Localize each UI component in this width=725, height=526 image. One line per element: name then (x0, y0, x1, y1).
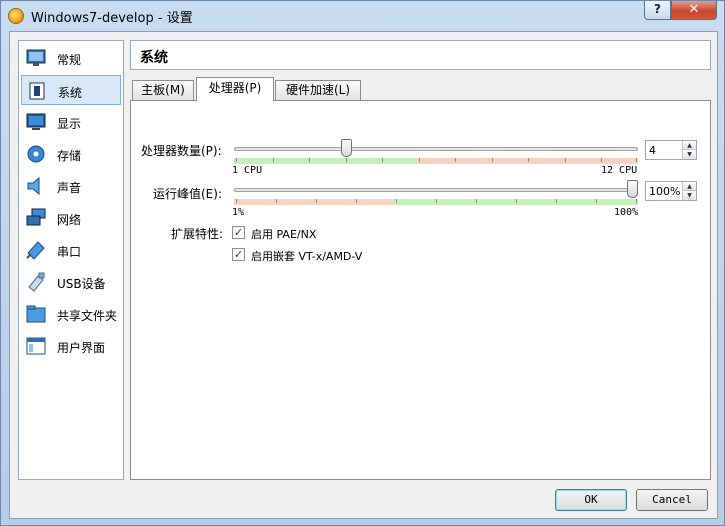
cpu-count-increase-button[interactable]: ▲ (683, 141, 696, 150)
ok-button[interactable]: OK (555, 489, 627, 511)
cpu-count-decrease-button[interactable]: ▼ (683, 150, 696, 159)
cpu-count-label: 处理器数量(P): (141, 144, 222, 158)
execution-cap-min-label: 1% (232, 207, 245, 218)
help-button[interactable]: ? (644, 1, 671, 20)
display-icon (26, 113, 46, 130)
cpu-count-spinbox[interactable]: 4 ▲ ▼ (645, 140, 697, 160)
pae-nx-checkbox[interactable]: ✓ (232, 226, 245, 239)
sidebar-item-label: 声音 (57, 181, 82, 195)
settings-sidebar: 常规 系统 显示 存储 声音 网络 串口 USB设备 共享文件夹 用户界面 (18, 40, 124, 480)
sidebar-item-label: USB设备 (57, 277, 106, 291)
nested-vtx-label[interactable]: 启用嵌套 VT-x/AMD-V (251, 248, 362, 264)
network-icon (26, 208, 46, 226)
cpu-count-safe-zone (234, 158, 418, 164)
nested-vtx-checkbox[interactable]: ✓ (232, 248, 245, 261)
sidebar-item-usb[interactable]: USB设备 (21, 267, 121, 297)
ui-window-icon (26, 337, 46, 355)
usb-icon (28, 272, 45, 292)
sidebar-item-serial[interactable]: 串口 (21, 235, 121, 265)
cancel-button[interactable]: Cancel (636, 489, 708, 511)
sidebar-item-network[interactable]: 网络 (21, 203, 121, 233)
folder-icon (26, 305, 46, 323)
execution-cap-max-label: 100% (614, 207, 639, 218)
extended-features-label: 扩展特性: (171, 227, 224, 241)
processor-panel: 处理器数量(P): 1 CPU 12 CPU 4 ▲ ▼ 运行峰值(E): 1%… (130, 100, 711, 480)
sidebar-item-general[interactable]: 常规 (21, 43, 121, 73)
cpu-count-max-label: 12 CPU (601, 165, 638, 176)
cpu-count-value: 4 (649, 144, 656, 157)
virtualbox-app-icon (8, 8, 24, 24)
sidebar-item-shared-folders[interactable]: 共享文件夹 (21, 299, 121, 329)
speaker-icon (27, 176, 40, 196)
tab-motherboard[interactable]: 主板(M) (132, 80, 194, 100)
close-button[interactable]: ✕ (671, 1, 717, 20)
execution-cap-value: 100% (649, 185, 681, 198)
page-header: 系统 (130, 40, 711, 70)
window-title: Windows7-develop - 设置 (31, 11, 193, 26)
tab-processor[interactable]: 处理器(P) (196, 77, 274, 101)
settings-window: Windows7-develop - 设置 ? ✕ 常规 系统 显示 存储 声音… (0, 0, 725, 526)
pae-nx-label[interactable]: 启用 PAE/NX (251, 226, 316, 242)
sidebar-item-user-interface[interactable]: 用户界面 (21, 331, 121, 361)
sidebar-item-display[interactable]: 显示 (21, 107, 121, 137)
execution-cap-slider-track[interactable] (234, 188, 638, 192)
chip-icon (29, 82, 45, 100)
monitor-icon (26, 49, 46, 66)
sidebar-item-label: 显示 (57, 117, 82, 131)
tab-acceleration[interactable]: 硬件加速(L) (275, 80, 361, 100)
sidebar-item-label: 网络 (57, 213, 82, 227)
sidebar-item-label: 系统 (58, 86, 83, 100)
serial-port-icon (26, 241, 45, 260)
execution-cap-label: 运行峰值(E): (153, 187, 222, 201)
sidebar-item-audio[interactable]: 声音 (21, 171, 121, 201)
sidebar-item-storage[interactable]: 存储 (21, 139, 121, 169)
dialog-body: 常规 系统 显示 存储 声音 网络 串口 USB设备 共享文件夹 用户界面 系统… (9, 31, 718, 519)
sidebar-item-label: 存储 (57, 149, 82, 163)
page-title: 系统 (140, 50, 168, 66)
title-bar[interactable]: Windows7-develop - 设置 ? ✕ (1, 1, 724, 31)
execution-cap-spinbox[interactable]: 100% ▲ ▼ (645, 181, 697, 201)
execution-cap-slider-thumb[interactable] (627, 180, 638, 198)
sidebar-item-label: 用户界面 (57, 341, 106, 355)
execution-cap-warn-zone (234, 199, 394, 205)
sidebar-item-label: 串口 (57, 245, 82, 259)
sidebar-item-label: 共享文件夹 (57, 309, 118, 323)
execution-cap-decrease-button[interactable]: ▼ (683, 191, 696, 200)
sidebar-item-label: 常规 (57, 53, 82, 67)
execution-cap-increase-button[interactable]: ▲ (683, 182, 696, 191)
cpu-count-slider-track[interactable] (234, 147, 638, 151)
cpu-count-slider-thumb[interactable] (341, 139, 353, 157)
sidebar-item-system[interactable]: 系统 (21, 75, 121, 105)
disk-icon (27, 145, 45, 163)
cpu-count-min-label: 1 CPU (232, 165, 263, 176)
